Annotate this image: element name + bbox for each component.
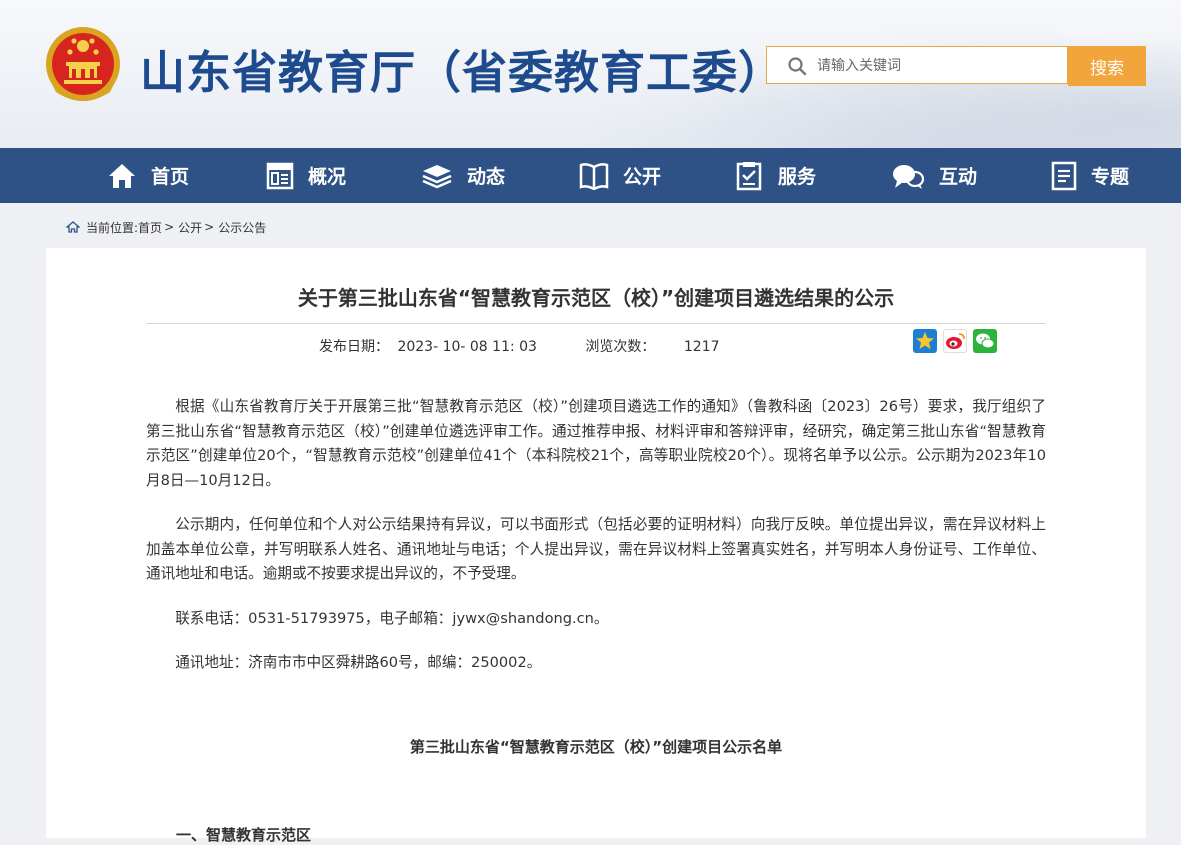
paragraph: 通讯地址：济南市市中区舜耕路60号，邮编：250002。 — [175, 654, 542, 671]
wechat-share-icon[interactable] — [973, 329, 997, 353]
home-icon — [109, 163, 135, 188]
overview-icon — [266, 162, 294, 189]
paragraph: 联系电话：0531-51793975，电子邮箱：jywx@shandong.cn… — [175, 609, 609, 627]
nav-item-home[interactable]: 首页 — [107, 148, 189, 203]
nav-label: 首页 — [151, 166, 190, 188]
chat-icon — [893, 164, 925, 189]
book-icon — [579, 162, 609, 190]
paragraph: 根据《山东省教育厅关于开展第三批“智慧教育示范区（校）”创建项目遴选工作的通知》… — [146, 398, 1046, 489]
national-emblem-icon — [46, 27, 120, 101]
search-box — [766, 46, 1068, 84]
service-icon — [736, 161, 762, 190]
article-meta: 发布日期： 2023- 10- 08 11: 03 浏览次数： 1217 — [319, 336, 720, 356]
title-divider — [146, 323, 1046, 324]
share-bar — [913, 329, 997, 353]
site-header: 山东省教育厅（省委教育工委） 搜索 — [0, 0, 1181, 148]
qzone-share-icon[interactable] — [913, 329, 937, 353]
nav-item-news[interactable]: 动态 — [421, 148, 505, 203]
nav-item-topic[interactable]: 专题 — [1051, 148, 1129, 203]
breadcrumb: 当前位置: 首页 > 公开 > 公示公告 — [66, 218, 266, 236]
nav-item-overview[interactable]: 概况 — [266, 148, 346, 203]
views-value: 1217 — [683, 339, 720, 355]
nav-item-service[interactable]: 服务 — [736, 148, 816, 203]
nav-label: 动态 — [467, 166, 506, 188]
breadcrumb-prefix: 当前位置: — [86, 220, 139, 235]
nav-label: 互动 — [939, 166, 978, 188]
article-title: 关于第三批山东省“智慧教育示范区（校）”创建项目遴选结果的公示 — [297, 286, 895, 310]
breadcrumb-link-public[interactable]: 公开 — [178, 219, 202, 236]
date-value: 2023- 10- 08 11: 03 — [397, 339, 537, 355]
search-icon — [788, 57, 807, 76]
breadcrumb-link-notice[interactable]: 公示公告 — [218, 219, 266, 236]
paragraph: 公示期内，任何单位和个人对公示结果持有异议，可以书面形式（包括必要的证明材料）向… — [146, 516, 1046, 582]
site-title: 山东省教育厅（省委教育工委） — [140, 46, 785, 99]
topic-icon — [1051, 161, 1077, 190]
list-subtitle: 第三批山东省“智慧教育示范区（校）”创建项目公示名单 — [409, 738, 783, 756]
main-nav: 首页 概况 动态 公开 服务 互动 专题 — [0, 148, 1181, 203]
nav-item-interact[interactable]: 互动 — [891, 148, 977, 203]
nav-label: 公开 — [623, 166, 662, 188]
breadcrumb-link-home[interactable]: 首页 — [138, 219, 162, 236]
article-panel: 关于第三批山东省“智慧教育示范区（校）”创建项目遴选结果的公示 发布日期： 20… — [46, 248, 1146, 844]
article-body: 根据《山东省教育厅关于开展第三批“智慧教育示范区（校）”创建项目遴选工作的通知》… — [146, 395, 1046, 696]
date-label: 发布日期： — [319, 339, 389, 355]
search-button[interactable]: 搜索 — [1068, 46, 1146, 86]
breadcrumb-home-icon — [66, 221, 80, 233]
nav-label: 服务 — [778, 166, 817, 188]
nav-label: 专题 — [1091, 166, 1130, 188]
nav-item-public[interactable]: 公开 — [579, 148, 661, 203]
weibo-share-icon[interactable] — [943, 329, 967, 353]
views-label: 浏览次数： — [585, 339, 656, 355]
section-heading: 一、智慧教育示范区 — [176, 826, 312, 844]
search-input[interactable] — [815, 55, 1059, 77]
nav-label: 概况 — [308, 166, 347, 188]
news-icon — [422, 164, 452, 188]
